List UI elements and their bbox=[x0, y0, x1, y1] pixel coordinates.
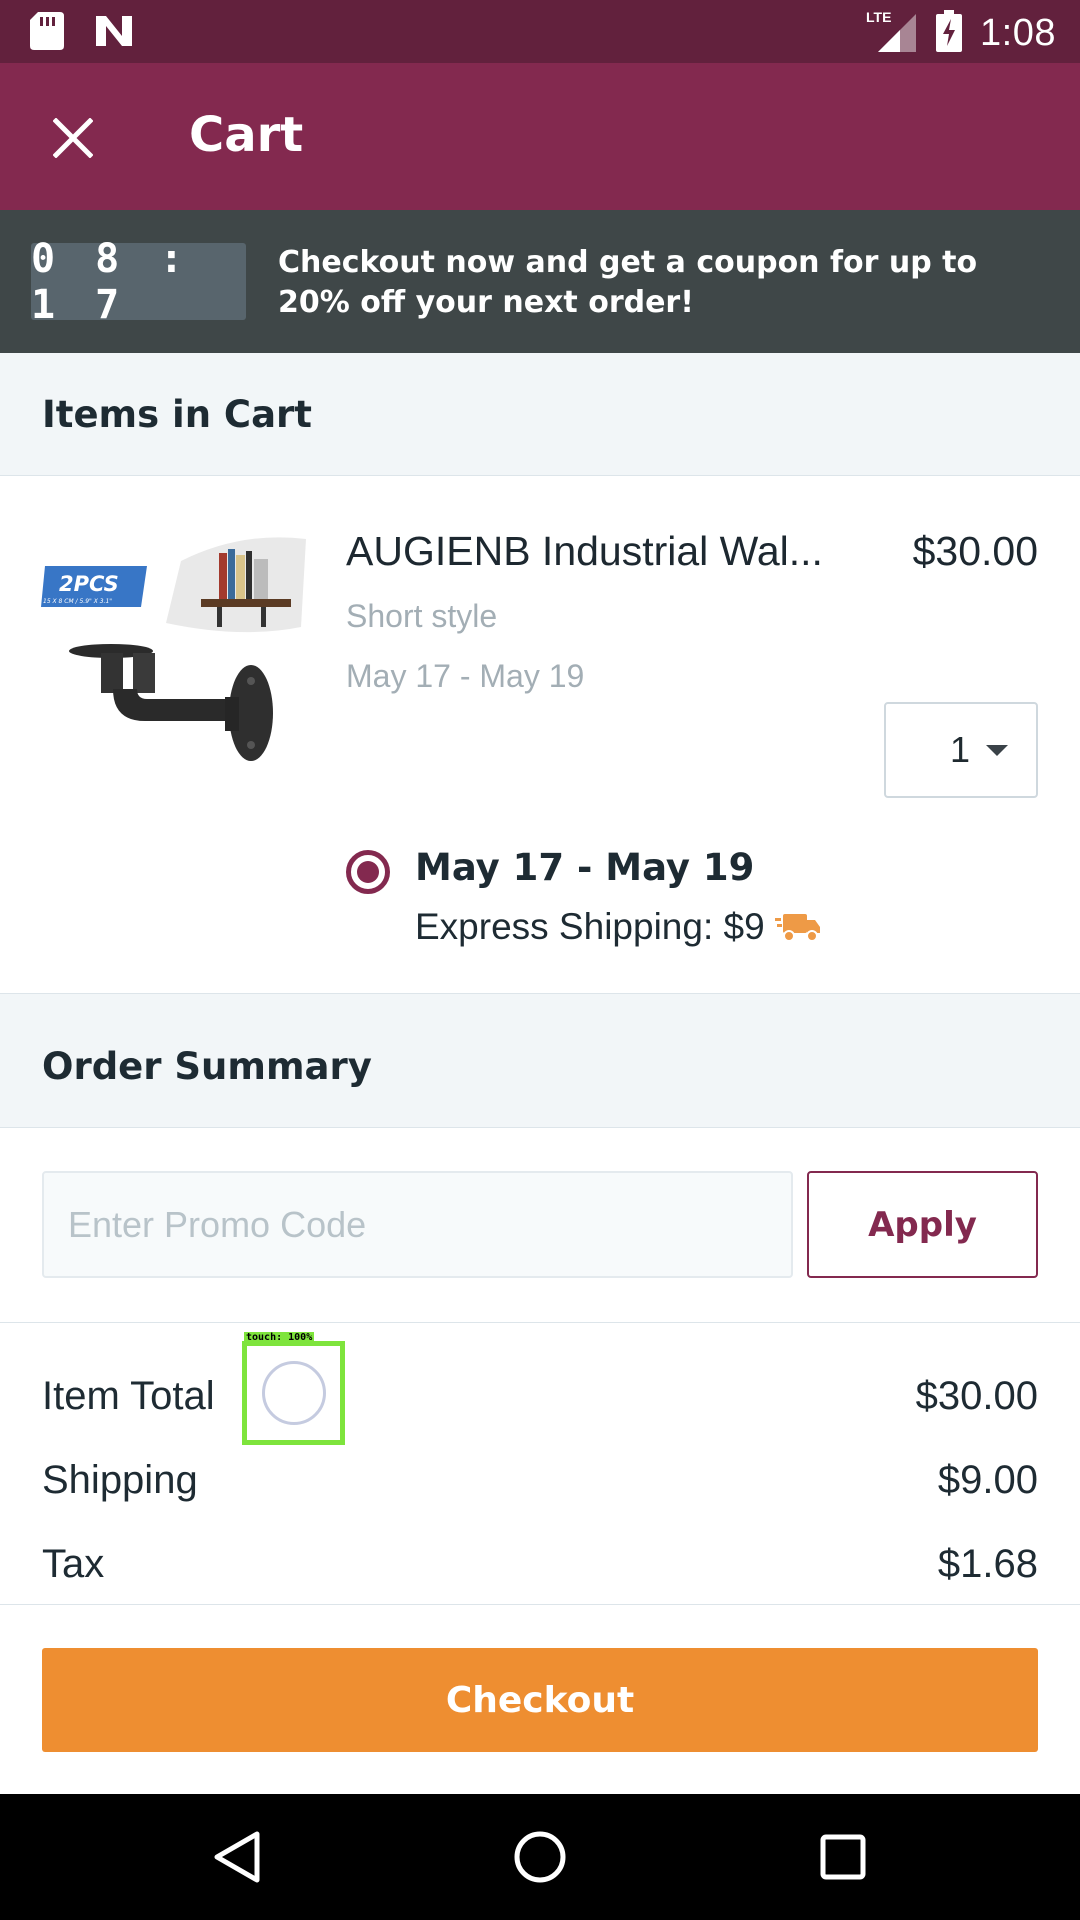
shipping-option-dates: May 17 - May 19 bbox=[415, 846, 755, 889]
product-price: $30.00 bbox=[912, 528, 1038, 574]
chevron-down-icon bbox=[986, 744, 1008, 756]
nav-back-button[interactable] bbox=[204, 1824, 270, 1890]
radio-selected-dot bbox=[357, 861, 379, 883]
promo-code-input[interactable] bbox=[42, 1171, 793, 1278]
image-badge-text: 2PCS bbox=[59, 572, 119, 596]
shipping-option-method: Express Shipping: $9 bbox=[415, 906, 821, 948]
lte-signal-icon: LTE bbox=[866, 8, 918, 59]
items-section-header: Items in Cart bbox=[0, 353, 1080, 476]
battery-charging-icon bbox=[936, 10, 963, 57]
shipping-option-radio[interactable] bbox=[346, 850, 390, 894]
navigation-bar bbox=[0, 1794, 1080, 1920]
quantity-dropdown[interactable]: 1 bbox=[884, 702, 1038, 798]
promo-code-row: Apply bbox=[0, 1128, 1080, 1323]
product-variant: Short style bbox=[346, 598, 498, 634]
checkout-button[interactable]: Checkout bbox=[42, 1648, 1038, 1752]
recents-icon bbox=[820, 1834, 866, 1880]
countdown-timer: 0 8 : 1 7 bbox=[31, 236, 246, 328]
summary-value: $1.68 bbox=[937, 1542, 1038, 1586]
sd-card-icon bbox=[30, 12, 64, 55]
items-section-title: Items in Cart bbox=[42, 393, 312, 436]
summary-label: Shipping bbox=[42, 1458, 198, 1502]
cart-item: 2PCS 15 X 8 CM / 5.9" X 3.1" AUGIENB Ind… bbox=[0, 476, 1080, 994]
n-notification-icon bbox=[94, 14, 134, 53]
quantity-value: 1 bbox=[949, 729, 970, 770]
shipping-method-label: Express Shipping: $9 bbox=[415, 906, 765, 947]
checkout-area: Checkout bbox=[0, 1604, 1080, 1794]
apply-button[interactable]: Apply bbox=[807, 1171, 1038, 1278]
touch-indicator bbox=[242, 1341, 345, 1445]
banner-message: Checkout now and get a coupon for up to … bbox=[278, 245, 978, 320]
summary-value: $9.00 bbox=[937, 1458, 1038, 1502]
close-button[interactable] bbox=[40, 105, 106, 171]
summary-row-item-total: Item Total $30.00 bbox=[42, 1374, 1038, 1419]
status-bar: LTE 1:08 bbox=[0, 0, 1080, 63]
touch-ring-icon bbox=[261, 1361, 326, 1425]
network-type-label: LTE bbox=[866, 9, 891, 25]
page-title: Cart bbox=[189, 107, 304, 163]
product-name[interactable]: AUGIENB Industrial Wal... bbox=[346, 528, 846, 575]
image-badge-subtext: 15 X 8 CM / 5.9" X 3.1" bbox=[43, 598, 112, 605]
app-bar: Cart bbox=[0, 63, 1080, 210]
back-icon bbox=[214, 1831, 260, 1883]
clock: 1:08 bbox=[980, 12, 1056, 54]
summary-label: Item Total bbox=[42, 1374, 215, 1418]
delivery-estimate: May 17 - May 19 bbox=[346, 658, 585, 694]
summary-value: $30.00 bbox=[915, 1374, 1038, 1418]
order-summary-title: Order Summary bbox=[42, 1045, 372, 1088]
touch-indicator-label: touch: 100% bbox=[244, 1332, 315, 1344]
order-summary-header: Order Summary bbox=[0, 994, 1080, 1128]
product-image[interactable]: 2PCS 15 X 8 CM / 5.9" X 3.1" bbox=[41, 531, 306, 771]
home-icon bbox=[514, 1831, 566, 1883]
summary-label: Tax bbox=[42, 1542, 105, 1586]
nav-home-button[interactable] bbox=[507, 1824, 573, 1890]
summary-row-shipping: Shipping $9.00 bbox=[42, 1458, 1038, 1503]
delivery-truck-icon bbox=[774, 914, 820, 942]
promo-banner: 0 8 : 1 7 Checkout now and get a coupon … bbox=[0, 210, 1080, 353]
close-icon bbox=[53, 118, 93, 158]
summary-row-tax: Tax $1.68 bbox=[42, 1542, 1038, 1587]
nav-recents-button[interactable] bbox=[810, 1824, 876, 1890]
